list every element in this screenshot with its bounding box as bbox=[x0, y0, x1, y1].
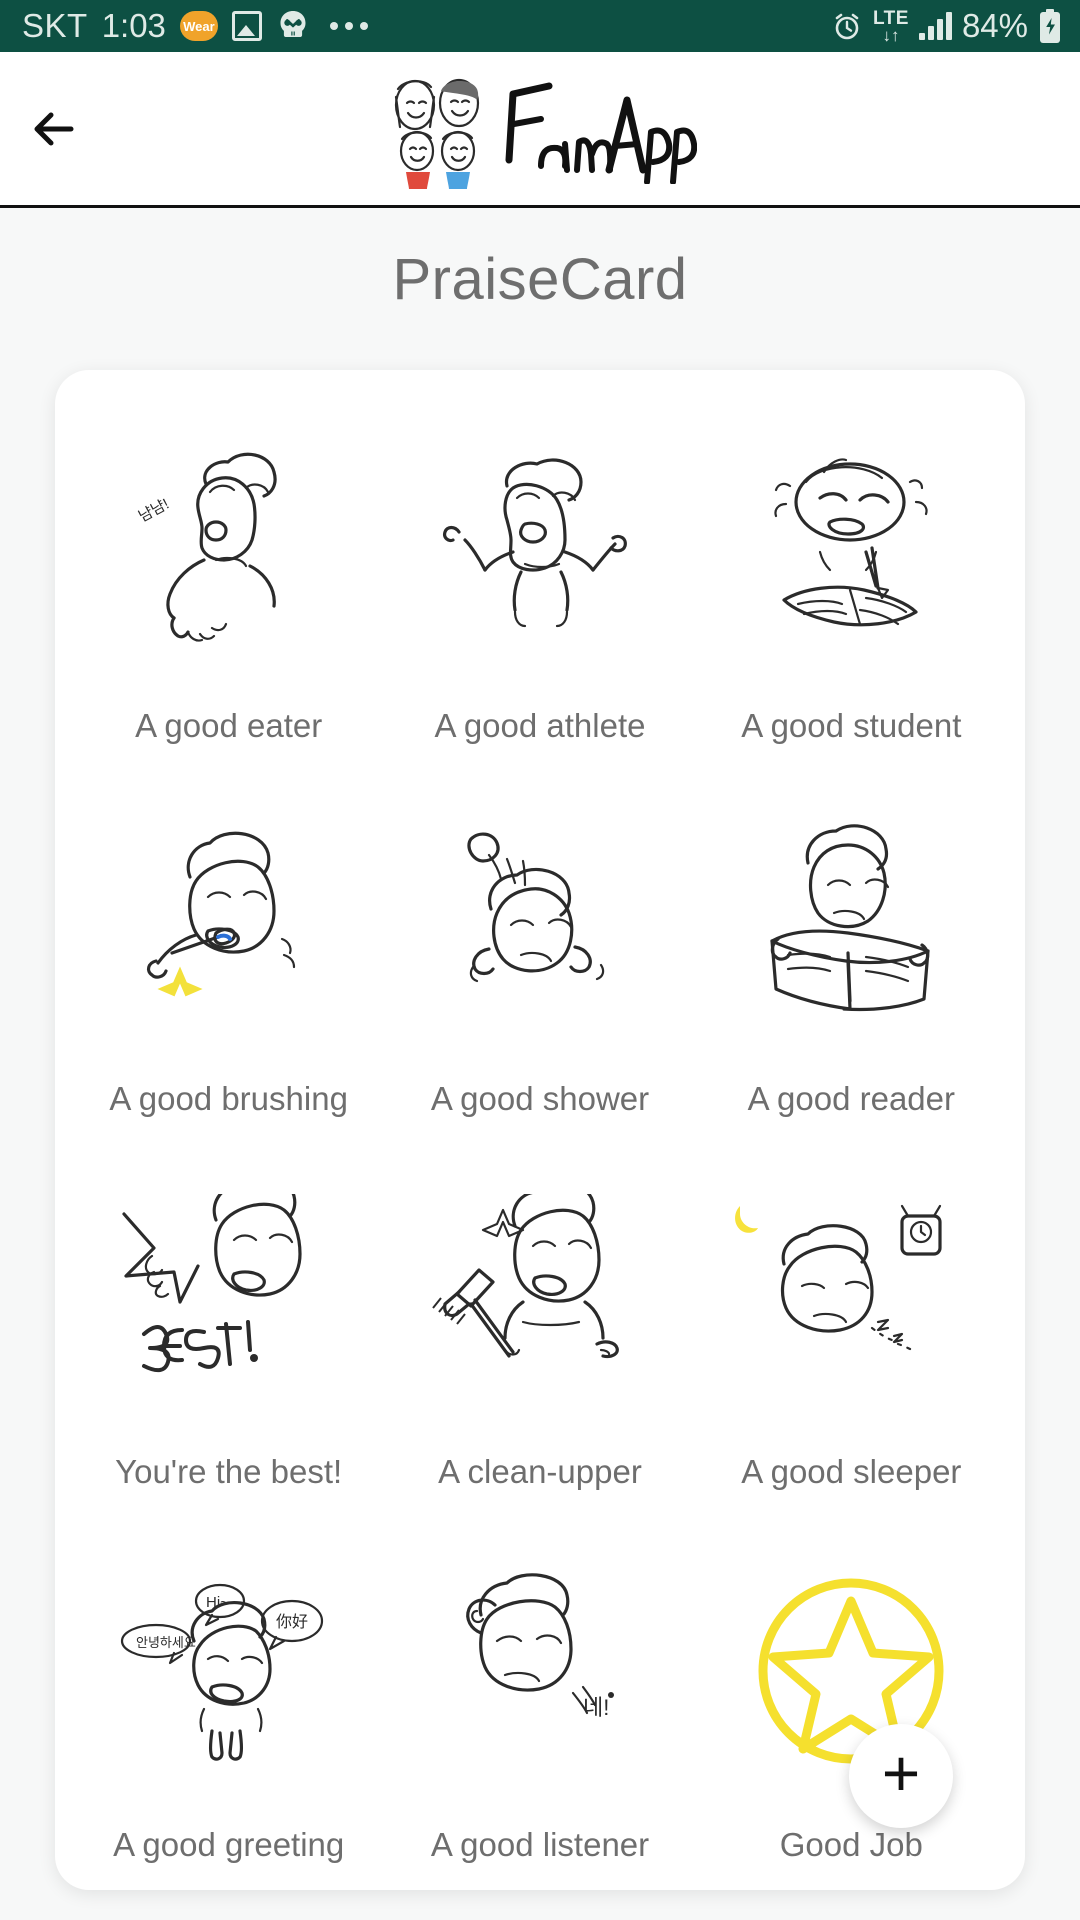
battery-charging-icon bbox=[1038, 9, 1062, 43]
back-button[interactable] bbox=[0, 52, 110, 205]
praise-card-item[interactable]: A good shower bbox=[384, 771, 695, 1144]
child-studying-icon bbox=[696, 404, 1007, 707]
page-title: PraiseCard bbox=[392, 247, 688, 312]
status-bar-left: SKT 1:03 Wear bbox=[22, 7, 831, 45]
praise-card-item[interactable]: You're the best! bbox=[73, 1144, 384, 1517]
svg-text:냠냠!: 냠냠! bbox=[136, 496, 172, 526]
signal-bars-icon bbox=[918, 12, 952, 40]
svg-text:네!: 네! bbox=[583, 1695, 609, 1720]
praise-card-item[interactable]: A good student bbox=[696, 398, 1007, 771]
status-bar-right: LTE ↓↑ 84% bbox=[831, 7, 1062, 45]
praise-card-item[interactable]: 냠냠! A good eater bbox=[73, 398, 384, 771]
app-header bbox=[0, 52, 1080, 208]
praise-card-item[interactable]: A good reader bbox=[696, 771, 1007, 1144]
praise-card-label: A clean-upper bbox=[438, 1453, 642, 1490]
child-sleeping-icon bbox=[696, 1150, 1007, 1453]
child-showering-icon bbox=[384, 777, 695, 1080]
child-brushing-teeth-icon bbox=[73, 777, 384, 1080]
child-listening-icon: 네! bbox=[384, 1523, 695, 1826]
family-logo-icon bbox=[394, 78, 480, 189]
praise-card-label: You're the best! bbox=[115, 1453, 343, 1490]
praise-card-item[interactable]: A good athlete bbox=[384, 398, 695, 771]
alarm-icon bbox=[831, 10, 863, 42]
praise-card-item[interactable]: A good sleeper bbox=[696, 1144, 1007, 1517]
child-greeting-icon: 안녕하세요 你好 Hi~ bbox=[73, 1523, 384, 1826]
page-body: PraiseCard 냠냠! A good eater A good athle… bbox=[0, 208, 1080, 1920]
praise-card-label: A good sleeper bbox=[741, 1453, 962, 1490]
brand-wordmark-icon bbox=[505, 82, 697, 184]
back-arrow-icon bbox=[34, 112, 74, 145]
thumbs-up-best-icon bbox=[73, 1150, 384, 1453]
praise-card-label: A good listener bbox=[430, 1826, 650, 1863]
network-type-icon: LTE ↓↑ bbox=[872, 7, 909, 45]
child-exercising-icon bbox=[384, 404, 695, 707]
battery-percent-label: 84% bbox=[961, 7, 1028, 44]
praise-card-item[interactable]: Good Job bbox=[696, 1517, 1007, 1890]
wear-badge-icon: Wear bbox=[179, 11, 218, 41]
svg-text:你好: 你好 bbox=[276, 1613, 308, 1631]
praise-card-grid: 냠냠! A good eater A good athlete A good s… bbox=[73, 398, 1007, 1890]
praise-card-label: A good shower bbox=[430, 1080, 650, 1117]
status-bar: SKT 1:03 Wear LTE ↓↑ 84% bbox=[0, 0, 1080, 52]
child-eating-icon: 냠냠! bbox=[73, 404, 384, 707]
carrier-label: SKT bbox=[22, 7, 88, 44]
praise-card-label: A good greeting bbox=[113, 1826, 345, 1863]
praise-card-label: A good athlete bbox=[434, 707, 646, 744]
praise-card-item[interactable]: 네! A good listener bbox=[384, 1517, 695, 1890]
praise-card-item[interactable]: A clean-upper bbox=[384, 1144, 695, 1517]
praise-card-panel: 냠냠! A good eater A good athlete A good s… bbox=[55, 370, 1025, 1890]
brand-logo bbox=[0, 52, 1080, 205]
praise-card-label: A good brushing bbox=[109, 1080, 348, 1117]
praise-card-item[interactable]: A good brushing bbox=[73, 771, 384, 1144]
picture-icon bbox=[231, 11, 262, 41]
more-dots-icon bbox=[329, 22, 368, 30]
praise-card-label: A good eater bbox=[135, 707, 323, 744]
clock-label: 1:03 bbox=[101, 7, 166, 44]
add-praise-card-button[interactable]: + bbox=[849, 1724, 953, 1828]
child-reading-book-icon bbox=[696, 777, 1007, 1080]
svg-text:Hi~: Hi~ bbox=[206, 1594, 229, 1611]
praise-card-label: Good Job bbox=[779, 1826, 923, 1863]
plus-icon: + bbox=[881, 1736, 921, 1810]
svg-text:안녕하세요: 안녕하세요 bbox=[136, 1635, 196, 1650]
praise-card-item[interactable]: 안녕하세요 你好 Hi~ A good greeting bbox=[73, 1517, 384, 1890]
praise-card-label: A good student bbox=[741, 707, 962, 744]
skull-icon bbox=[276, 9, 310, 43]
child-cleaning-broom-icon bbox=[384, 1150, 695, 1453]
praise-card-label: A good reader bbox=[747, 1080, 955, 1117]
